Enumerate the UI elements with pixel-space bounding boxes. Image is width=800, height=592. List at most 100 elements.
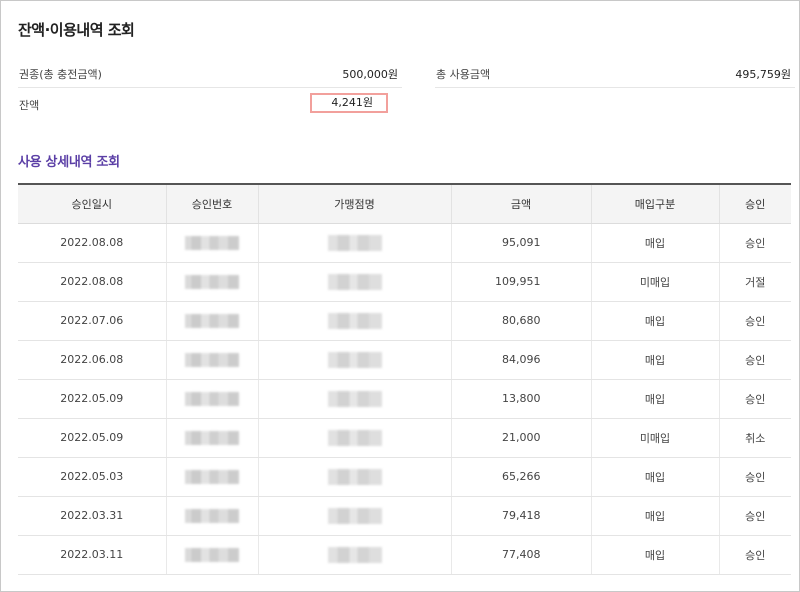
date-value: 2022.08.08 [60,236,124,249]
purchase-type-cell: 매입 [590,340,719,380]
column-header-purchase-type: 매입구분 [590,183,719,224]
total-used-label: 총 사용금액 [436,68,491,81]
purchase-type-cell: 매입 [590,223,719,263]
status-cell: 승인 [718,301,791,341]
usage-history-table: 승인일시 승인번호 가맹점명 금액 매입구분 승인 2022.08.08 95,… [18,183,791,575]
date-value: 2022.06.08 [60,353,124,366]
approval-date-cell: 2022.07.06 [18,301,166,341]
merchant-cell [257,535,451,575]
merchant-cell [257,340,451,380]
approval-date-cell: 2022.03.11 [18,535,166,575]
table-row: 2022.07.06 80,680 매입 승인 [18,301,791,341]
redacted-merchant-name [327,234,382,251]
redacted-merchant-name [327,429,382,446]
table-row: 2022.05.03 65,266 매입 승인 [18,457,791,497]
total-used-summary-row: 총 사용금액 495,759원 [435,58,795,88]
status-cell: 승인 [718,496,791,536]
purchase-value: 매입 [644,509,666,523]
date-value: 2022.03.31 [60,509,124,522]
purchase-value: 매입 [644,548,666,562]
table-row: 2022.08.08 109,951 미매입 거절 [18,262,791,302]
amount-cell: 77,408 [450,535,591,575]
amount-cell: 84,096 [450,340,591,380]
column-header-status: 승인 [718,183,791,224]
redacted-merchant-name [327,273,382,290]
purchase-type-cell: 매입 [590,535,719,575]
amount-value: 80,680 [502,314,541,327]
redacted-approval-number [185,508,239,523]
redacted-merchant-name [327,468,382,485]
section-title: 사용 상세내역 조회 [18,155,120,170]
status-value: 승인 [745,470,766,484]
voucher-summary-row: 권종(총 충전금액) 500,000원 [18,58,402,88]
amount-cell: 13,800 [450,379,591,419]
column-header-approval-date: 승인일시 [18,183,166,224]
status-value: 취소 [745,431,766,445]
amount-cell: 95,091 [450,223,591,263]
status-cell: 승인 [718,535,791,575]
approval-number-cell [165,379,258,419]
purchase-value: 미매입 [639,431,671,445]
amount-value: 95,091 [502,236,541,249]
approval-date-cell: 2022.06.08 [18,340,166,380]
purchase-type-cell: 매입 [590,496,719,536]
balance-history-panel: 잔액·이용내역 조회 권종(총 충전금액) 500,000원 총 사용금액 49… [0,0,800,592]
status-cell: 거절 [718,262,791,302]
date-value: 2022.05.09 [60,431,124,444]
redacted-approval-number [185,235,239,250]
amount-value: 13,800 [502,392,541,405]
merchant-cell [257,301,451,341]
purchase-type-cell: 매입 [590,457,719,497]
redacted-approval-number [185,352,239,367]
amount-value: 109,951 [495,275,541,288]
voucher-label: 권종(총 충전금액) [19,68,102,81]
approval-number-cell [165,457,258,497]
purchase-value: 미매입 [639,275,671,289]
table-row: 2022.03.11 77,408 매입 승인 [18,535,791,575]
merchant-cell [257,457,451,497]
total-used-value: 495,759원 [735,68,791,81]
redacted-approval-number [185,313,239,328]
table-row: 2022.05.09 21,000 미매입 취소 [18,418,791,458]
amount-cell: 21,000 [450,418,591,458]
approval-number-cell [165,535,258,575]
status-cell: 승인 [718,340,791,380]
redacted-approval-number [185,391,239,406]
redacted-approval-number [185,469,239,484]
amount-cell: 65,266 [450,457,591,497]
page-title: 잔액·이용내역 조회 [18,21,135,39]
purchase-value: 매입 [644,236,666,250]
purchase-value: 매입 [644,470,666,484]
status-value: 승인 [745,353,766,367]
purchase-type-cell: 매입 [590,379,719,419]
column-header-merchant: 가맹점명 [257,183,451,224]
purchase-type-cell: 매입 [590,301,719,341]
amount-cell: 79,418 [450,496,591,536]
status-cell: 승인 [718,379,791,419]
approval-number-cell [165,340,258,380]
merchant-cell [257,223,451,263]
amount-value: 84,096 [502,353,541,366]
redacted-approval-number [185,274,239,289]
amount-cell: 80,680 [450,301,591,341]
date-value: 2022.05.03 [60,470,124,483]
approval-number-cell [165,418,258,458]
merchant-cell [257,379,451,419]
merchant-cell [257,418,451,458]
date-value: 2022.08.08 [60,275,124,288]
table-row: 2022.05.09 13,800 매입 승인 [18,379,791,419]
amount-value: 21,000 [502,431,541,444]
purchase-type-cell: 미매입 [590,418,719,458]
status-value: 승인 [745,548,766,562]
purchase-type-cell: 미매입 [590,262,719,302]
status-value: 승인 [745,314,766,328]
table-header-row: 승인일시 승인번호 가맹점명 금액 매입구분 승인 [18,183,791,224]
amount-value: 79,418 [502,509,541,522]
table-row: 2022.03.31 79,418 매입 승인 [18,496,791,536]
column-header-amount: 금액 [450,183,591,224]
redacted-merchant-name [327,351,382,368]
approval-date-cell: 2022.05.09 [18,379,166,419]
amount-cell: 109,951 [450,262,591,302]
voucher-value: 500,000원 [342,68,398,81]
approval-date-cell: 2022.05.03 [18,457,166,497]
